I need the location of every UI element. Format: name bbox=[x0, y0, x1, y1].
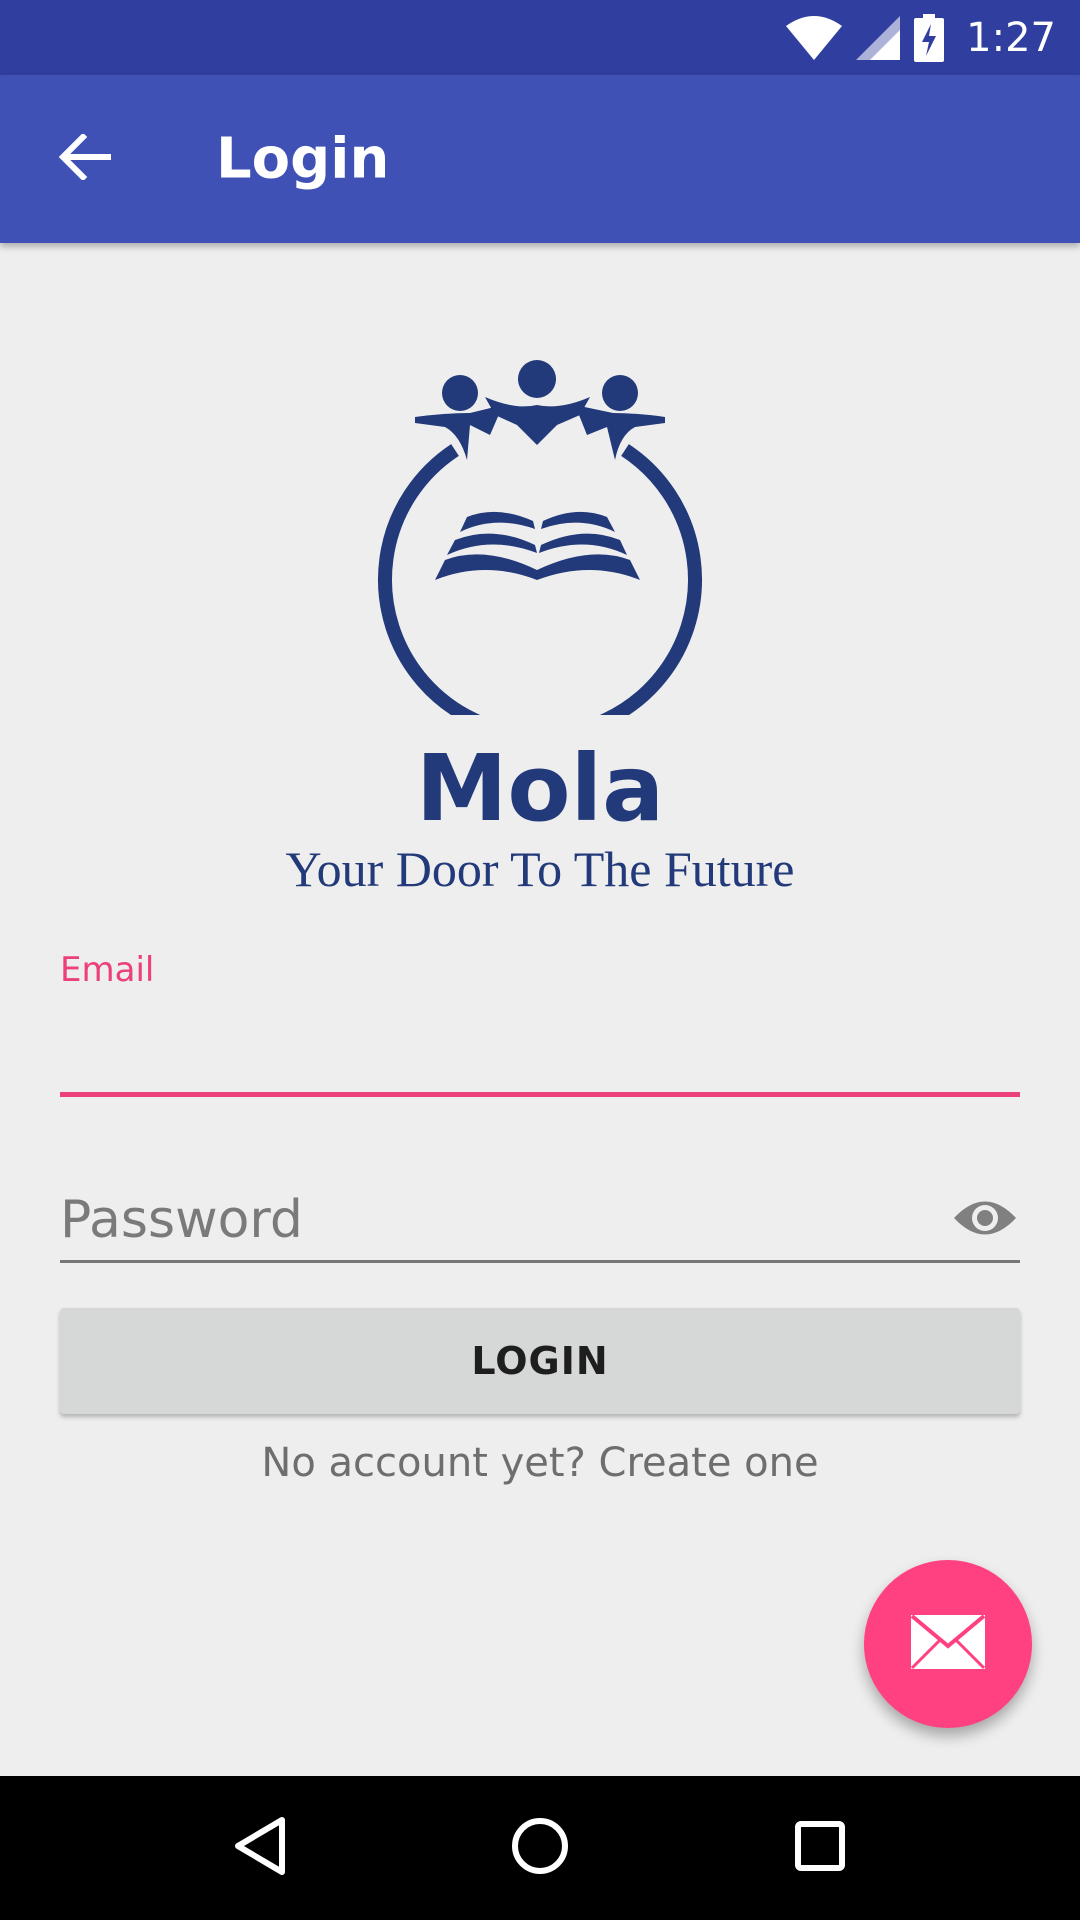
mail-fab[interactable] bbox=[864, 1560, 1032, 1728]
nav-back-button[interactable] bbox=[210, 1798, 310, 1898]
password-underline bbox=[60, 1260, 1020, 1263]
mail-icon bbox=[910, 1613, 986, 1675]
eye-icon bbox=[952, 1195, 1018, 1246]
app-logo bbox=[375, 355, 705, 742]
back-triangle-icon bbox=[232, 1816, 288, 1881]
password-field[interactable] bbox=[60, 1180, 930, 1260]
back-button[interactable] bbox=[50, 124, 120, 194]
battery-charging-icon bbox=[914, 13, 945, 62]
home-circle-icon bbox=[510, 1816, 570, 1881]
login-button[interactable]: LOGIN bbox=[60, 1308, 1020, 1414]
password-visibility-toggle[interactable] bbox=[950, 1190, 1020, 1250]
nav-recents-button[interactable] bbox=[770, 1798, 870, 1898]
email-field[interactable] bbox=[60, 1010, 1020, 1096]
nav-home-button[interactable] bbox=[490, 1798, 590, 1898]
create-account-link[interactable]: No account yet? Create one bbox=[0, 1440, 1080, 1486]
app-bar: Login bbox=[0, 75, 1080, 243]
brand-name: Mola bbox=[415, 735, 665, 842]
status-time: 1:27 bbox=[966, 14, 1056, 61]
system-nav-bar bbox=[0, 1776, 1080, 1920]
arrow-back-icon bbox=[58, 132, 112, 185]
email-label: Email bbox=[60, 950, 155, 990]
email-underline bbox=[60, 1092, 1020, 1097]
wifi-icon bbox=[786, 15, 843, 60]
brand-tagline: Your Door To The Future bbox=[285, 841, 795, 897]
recents-square-icon bbox=[794, 1820, 846, 1877]
status-bar: 1:27 bbox=[0, 0, 1080, 75]
page-title: Login bbox=[216, 126, 390, 192]
signal-icon bbox=[856, 15, 901, 60]
